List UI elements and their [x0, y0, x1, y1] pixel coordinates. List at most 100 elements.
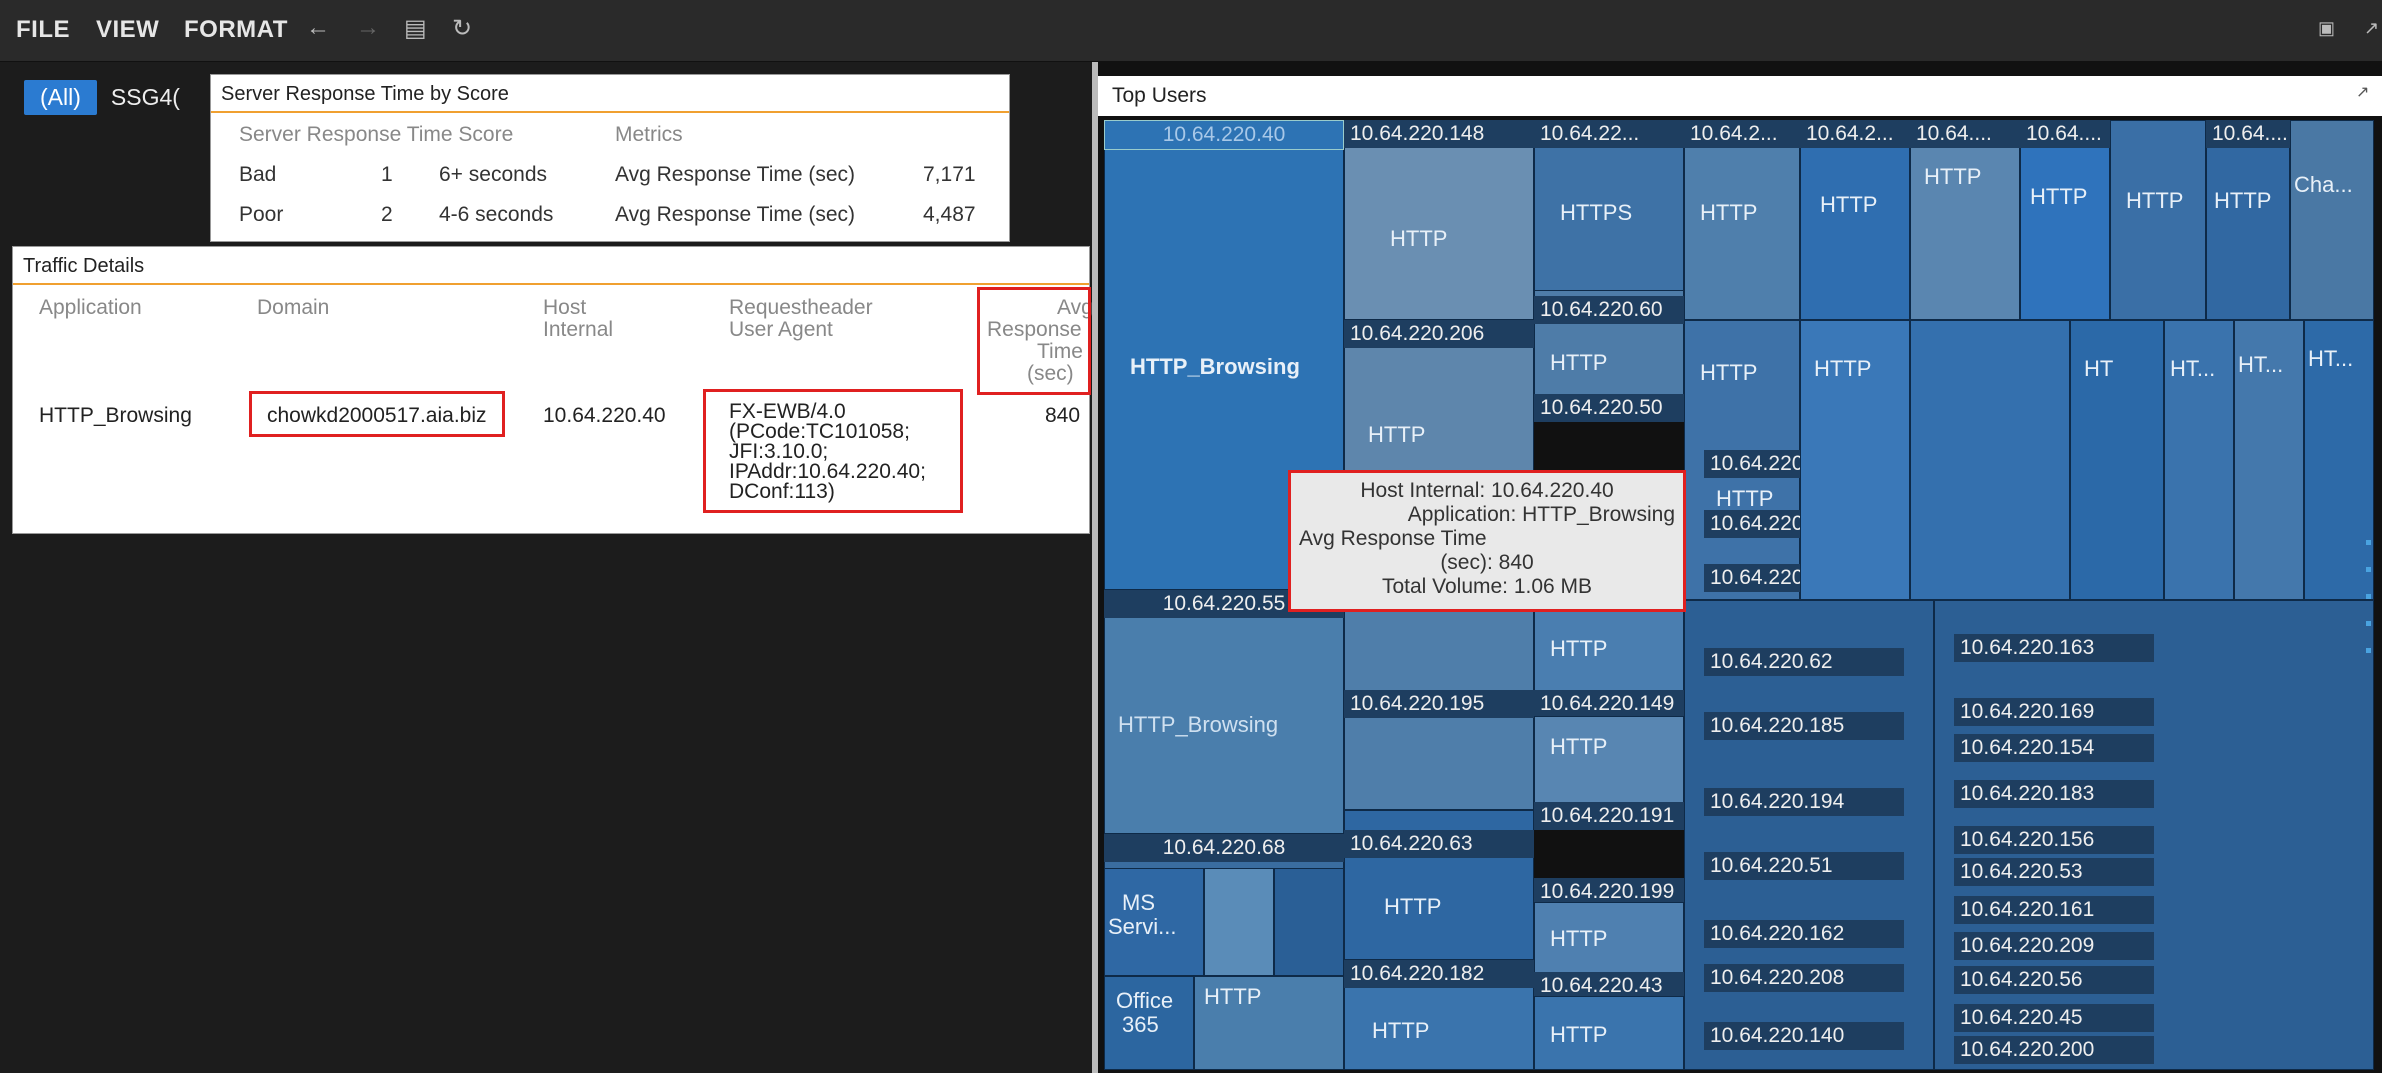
treemap-label: 10.64.2... — [1800, 120, 1910, 148]
tooltip-application: Application: HTTP_Browsing — [1407, 503, 1675, 526]
th-application: Application — [39, 296, 142, 319]
scroll-dot[interactable] — [2366, 648, 2371, 653]
treemap-label: 10.64.220.195 — [1344, 690, 1534, 718]
treemap-label: 10.64.220.169 — [1954, 698, 2154, 726]
treemap-label: 10.64.220.51 — [1704, 852, 1904, 880]
treemap-app-label: HTTP — [1550, 1022, 1608, 1047]
traffic-details-panel: Traffic Details Application Domain Host … — [12, 246, 1093, 534]
treemap-label: 10.64.220.53 — [1954, 858, 2154, 886]
srt-row-range: 6+ seconds — [439, 163, 547, 186]
treemap-cell[interactable] — [1274, 868, 1344, 976]
undo-icon[interactable]: ← — [306, 14, 330, 42]
scroll-indicator[interactable] — [2366, 540, 2372, 675]
th-domain: Domain — [257, 296, 330, 319]
treemap-cell[interactable] — [1800, 120, 1910, 320]
treemap-app-label: HTTP — [1550, 734, 1608, 759]
save-icon[interactable]: ▤ — [404, 14, 427, 43]
server-response-panel: Server Response Time by Score Server Res… — [210, 74, 1010, 242]
refresh-icon[interactable]: ↻ — [452, 14, 472, 43]
treemap-label: 10.64.220.206 — [1344, 320, 1534, 348]
treemap-label: 10.64.22... — [1534, 120, 1684, 148]
traffic-details-title: Traffic Details — [13, 247, 1089, 285]
menu-bar: FILE VIEW FORMAT ← → ▤ ↻ ▣ ↗ — [0, 0, 2382, 62]
treemap-cell[interactable] — [1910, 120, 2020, 320]
treemap-label: 10.64.220.209 — [1954, 932, 2154, 960]
treemap-cell[interactable] — [2020, 120, 2110, 320]
treemap-label: 10.64.220.62 — [1704, 648, 1904, 676]
treemap-label: 10.64.220.191 — [1534, 802, 1684, 830]
treemap-app-label: HTTP — [1204, 984, 1262, 1009]
cell-avg: 840 — [1045, 404, 1081, 427]
treemap-app-label: HTTPS — [1560, 200, 1633, 225]
treemap-label: 10.64.220.40 — [1104, 120, 1344, 150]
scroll-dot[interactable] — [2366, 567, 2371, 572]
srt-row-value: 7,171 — [923, 163, 976, 186]
view-menu[interactable]: VIEW — [96, 16, 159, 44]
treemap-cell[interactable] — [1910, 320, 2070, 600]
treemap-app-label: HTTP — [1384, 894, 1442, 919]
treemap-app-label: HT... — [2238, 352, 2284, 377]
srt-row-score: 1 — [381, 163, 393, 186]
th-host: Host — [543, 296, 587, 319]
treemap-app-label: HTTP — [1550, 926, 1608, 951]
treemap-label: 10.64.220.194 — [1704, 788, 1904, 816]
treemap-label: 10.64.220.161 — [1954, 896, 2154, 924]
treemap-app-label: HTTP — [1550, 350, 1608, 375]
treemap-app-label: Office — [1116, 988, 1174, 1013]
srt-row-label: Bad — [239, 163, 277, 186]
treemap-app-label: HTTP_Browsing — [1130, 354, 1300, 379]
server-response-title: Server Response Time by Score — [211, 75, 1009, 113]
filter-all-button[interactable]: (All) — [24, 80, 97, 115]
srt-row-metric: Avg Response Time (sec) — [615, 163, 856, 186]
filter-ssg-item[interactable]: SSG4( — [111, 84, 180, 111]
tooltip-avg-label: Avg Response Time — [1299, 527, 1487, 550]
treemap-cell[interactable] — [1204, 868, 1274, 976]
treemap-app-label: HTTP — [2214, 188, 2272, 213]
highlight-user-agent — [703, 389, 963, 513]
th-host-internal: Internal — [543, 318, 614, 341]
treemap-label: 10.64.220.162 — [1704, 920, 1904, 948]
treemap-app-label: 365 — [1122, 1012, 1159, 1037]
treemap-app-label: HT... — [2170, 356, 2216, 381]
expand-icon[interactable]: ↗ — [2356, 82, 2369, 102]
highlight-avg — [977, 287, 1091, 395]
treemap-cell[interactable] — [2290, 120, 2374, 320]
maximize-icon[interactable]: ▣ — [2318, 18, 2335, 39]
treemap-app-label: HTTP — [1924, 164, 1982, 189]
format-menu[interactable]: FORMAT — [184, 16, 288, 44]
treemap-app-label: HTTP — [2030, 184, 2088, 209]
treemap-label: 10.64.220.156 — [1954, 826, 2154, 854]
treemap-app-label: MS — [1122, 890, 1155, 915]
scroll-dot[interactable] — [2366, 540, 2371, 545]
th-requestheader: Requestheader — [729, 296, 873, 319]
srt-header-metrics: Metrics — [615, 123, 683, 146]
scroll-dot[interactable] — [2366, 621, 2371, 626]
treemap-label: 10.64.220.148 — [1344, 120, 1534, 148]
treemap-label: 10.64.220.50 — [1534, 394, 1684, 422]
treemap-app-label: HTTP — [1814, 356, 1872, 381]
treemap-tooltip: Host Internal: 10.64.220.40 Application:… — [1288, 470, 1686, 612]
treemap-app-label: HTTP_Browsing — [1118, 712, 1279, 737]
file-menu[interactable]: FILE — [16, 16, 70, 44]
treemap-label: 10.64.220.163 — [1954, 634, 2154, 662]
tooltip-avg-value: (sec): 840 — [1440, 551, 1534, 574]
treemap-cell[interactable] — [2110, 120, 2206, 320]
treemap-label: 10.64.220.63 — [1344, 830, 1534, 858]
treemap-app-label: HTTP — [1390, 226, 1448, 251]
treemap-label: 10.64.220.149 — [1534, 690, 1684, 718]
treemap-app-label: HTTP — [1372, 1018, 1430, 1043]
treemap-app-label: HTTP — [1700, 360, 1758, 385]
redo-icon[interactable]: → — [356, 14, 380, 42]
treemap-app-label: HT — [2084, 356, 2114, 381]
treemap-label: 10.64.... — [2206, 120, 2290, 148]
scroll-dot[interactable] — [2366, 594, 2371, 599]
treemap-label: 10.64.220.208 — [1704, 964, 1904, 992]
treemap-app-label: HTTP — [2126, 188, 2184, 213]
treemap-cell[interactable] — [2206, 120, 2290, 320]
treemap-cell[interactable] — [1344, 120, 1534, 320]
tooltip-volume: Total Volume: 1.06 MB — [1381, 575, 1593, 598]
cell-host: 10.64.220.40 — [543, 404, 666, 427]
expand-icon[interactable]: ↗ — [2364, 18, 2379, 39]
srt-row-score: 2 — [381, 203, 393, 226]
treemap-app-label: HTTP — [1700, 200, 1758, 225]
